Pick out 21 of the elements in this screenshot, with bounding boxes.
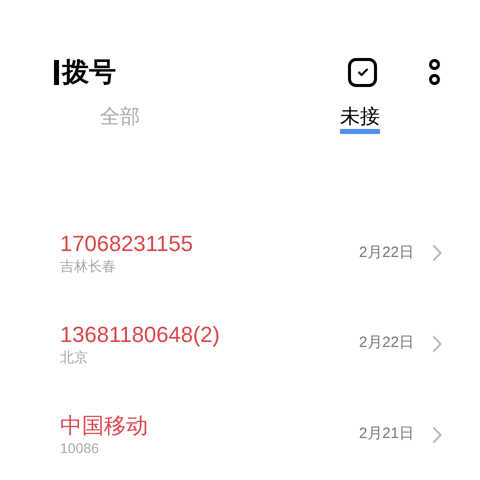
call-date: 2月21日 bbox=[358, 424, 414, 444]
chevron-right-icon bbox=[432, 426, 442, 444]
call-row[interactable]: 中国移动 10086 2月21日 bbox=[0, 389, 480, 480]
call-row[interactable]: 17068231155 吉林长春 2月22日 bbox=[0, 207, 480, 298]
caller-name: 中国移动 bbox=[60, 412, 149, 439]
select-icon[interactable] bbox=[348, 58, 377, 87]
page-title: 拨号 bbox=[62, 58, 116, 86]
call-date: 2月22日 bbox=[358, 242, 414, 263]
call-date: 2月22日 bbox=[358, 333, 414, 354]
caller-detail: 吉林长春 bbox=[60, 256, 117, 275]
caller-detail: 北京 bbox=[60, 348, 89, 366]
caller-detail: 10086 bbox=[60, 438, 100, 457]
tab[interactable]: 未接 bbox=[340, 102, 380, 134]
chevron-right-icon bbox=[432, 244, 442, 262]
call-row[interactable]: 13681180648(2) 北京 2月22日 bbox=[0, 298, 480, 390]
caller-name: 13681180648(2) bbox=[60, 322, 221, 348]
more-menu-icon[interactable] bbox=[429, 59, 440, 86]
caller-name: 17068231155 bbox=[60, 230, 194, 257]
tab[interactable]: 全部 bbox=[100, 102, 140, 134]
title-bar-icon bbox=[54, 60, 59, 85]
chevron-right-icon bbox=[432, 334, 442, 353]
